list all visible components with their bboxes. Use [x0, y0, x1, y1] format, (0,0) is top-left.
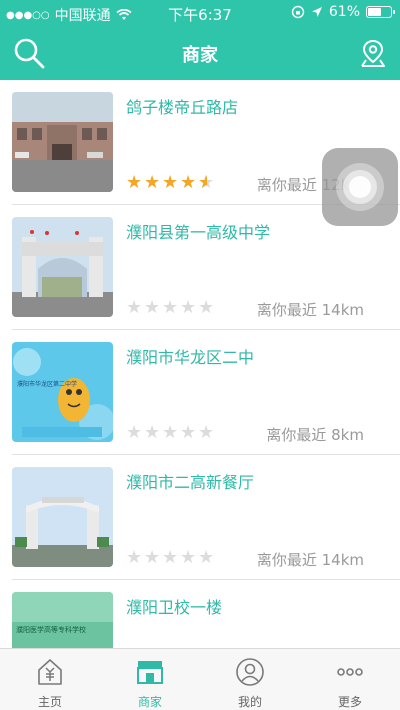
distance-label: 离你最近 8km — [266, 426, 364, 444]
assistive-touch-button[interactable] — [322, 148, 398, 226]
merchant-name[interactable]: 濮阳卫校一楼 — [126, 594, 222, 618]
list-item[interactable]: 濮阳市二高新餐厅 ★ ★ ★ ★ ★ 离你最近 14km — [12, 455, 400, 580]
tab-home[interactable]: 主页 — [0, 649, 100, 710]
merchant-name[interactable]: 鸽子楼帝丘路店 — [126, 94, 238, 118]
status-right: 61% — [291, 4, 395, 20]
page-title: 商家 — [182, 45, 218, 66]
star-icon: ★ — [180, 297, 197, 318]
merchant-name[interactable]: 濮阳市华龙区二中 — [126, 344, 254, 368]
tab-more[interactable]: 更多 — [300, 649, 400, 710]
store-icon — [137, 661, 163, 684]
star-icon: ★ — [162, 172, 179, 193]
rating-stars: ★ ★ ★ ★ ★ — [126, 549, 215, 567]
star-icon: ★ — [144, 547, 161, 568]
merchant-image: 濮阳医学高等专科学校 — [12, 592, 113, 648]
tab-label: 我的 — [237, 695, 262, 709]
location-arrow-icon — [311, 7, 322, 17]
star-icon: ★ — [198, 547, 215, 568]
star-icon: ★ — [180, 422, 197, 443]
star-icon: ★ — [126, 297, 143, 318]
distance-label: 离你最近 14km — [256, 551, 364, 569]
tab-store[interactable]: 商家 — [100, 649, 200, 710]
tab-label: 商家 — [137, 695, 162, 709]
rating-stars: ★ ★ ★ ★ ★ ★ — [126, 174, 215, 192]
battery-icon — [366, 6, 395, 18]
merchant-image — [12, 217, 113, 317]
star-icon: ★ — [144, 297, 161, 318]
tab-label: 更多 — [337, 695, 362, 709]
star-icon: ★ — [162, 547, 179, 568]
merchant-name[interactable]: 濮阳市二高新餐厅 — [126, 469, 254, 493]
home-icon — [38, 659, 62, 685]
merchant-image: 濮阳市华龙区第二中学 — [12, 342, 113, 442]
thumb-caption: 濮阳医学高等专科学校 — [16, 625, 86, 634]
merchant-name[interactable]: 濮阳县第一高级中学 — [126, 219, 270, 243]
nav-bar: 商家 — [0, 26, 400, 80]
location-icon[interactable] — [360, 38, 386, 68]
user-icon — [236, 658, 264, 686]
more-icon — [337, 668, 363, 676]
list-item[interactable]: 濮阳市华龙区第二中学 濮阳市华龙区二中 ★ ★ ★ ★ ★ 离你最近 8km — [12, 330, 400, 455]
rotation-lock-icon — [291, 5, 305, 19]
half-star-icon: ★ ★ — [198, 172, 215, 193]
star-icon: ★ — [180, 172, 197, 193]
rating-stars: ★ ★ ★ ★ ★ — [126, 299, 215, 317]
star-icon: ★ — [180, 547, 197, 568]
merchant-image — [12, 467, 113, 567]
thumb-caption: 濮阳市华龙区第二中学 — [17, 380, 77, 388]
rating-stars: ★ ★ ★ ★ ★ — [126, 424, 215, 442]
star-icon: ★ — [126, 422, 143, 443]
star-icon: ★ — [126, 172, 143, 193]
list-item[interactable]: 濮阳医学高等专科学校 濮阳卫校一楼 — [12, 580, 400, 648]
status-bar: ●●●○○ 中国联通 下午6:37 61% — [0, 0, 400, 26]
tab-mine[interactable]: 我的 — [200, 649, 300, 710]
star-icon: ★ — [126, 547, 143, 568]
star-icon: ★ — [162, 297, 179, 318]
battery-percent: 61% — [328, 4, 360, 20]
star-icon: ★ — [144, 172, 161, 193]
merchant-image — [12, 92, 113, 192]
tab-bar: 主页 商家 我的 更多 — [0, 648, 400, 710]
star-icon: ★ — [144, 422, 161, 443]
star-icon: ★ — [198, 422, 215, 443]
star-icon: ★ — [162, 422, 179, 443]
star-icon: ★ — [198, 297, 215, 318]
tab-label: 主页 — [37, 695, 62, 709]
distance-label: 离你最近 14km — [256, 301, 364, 319]
